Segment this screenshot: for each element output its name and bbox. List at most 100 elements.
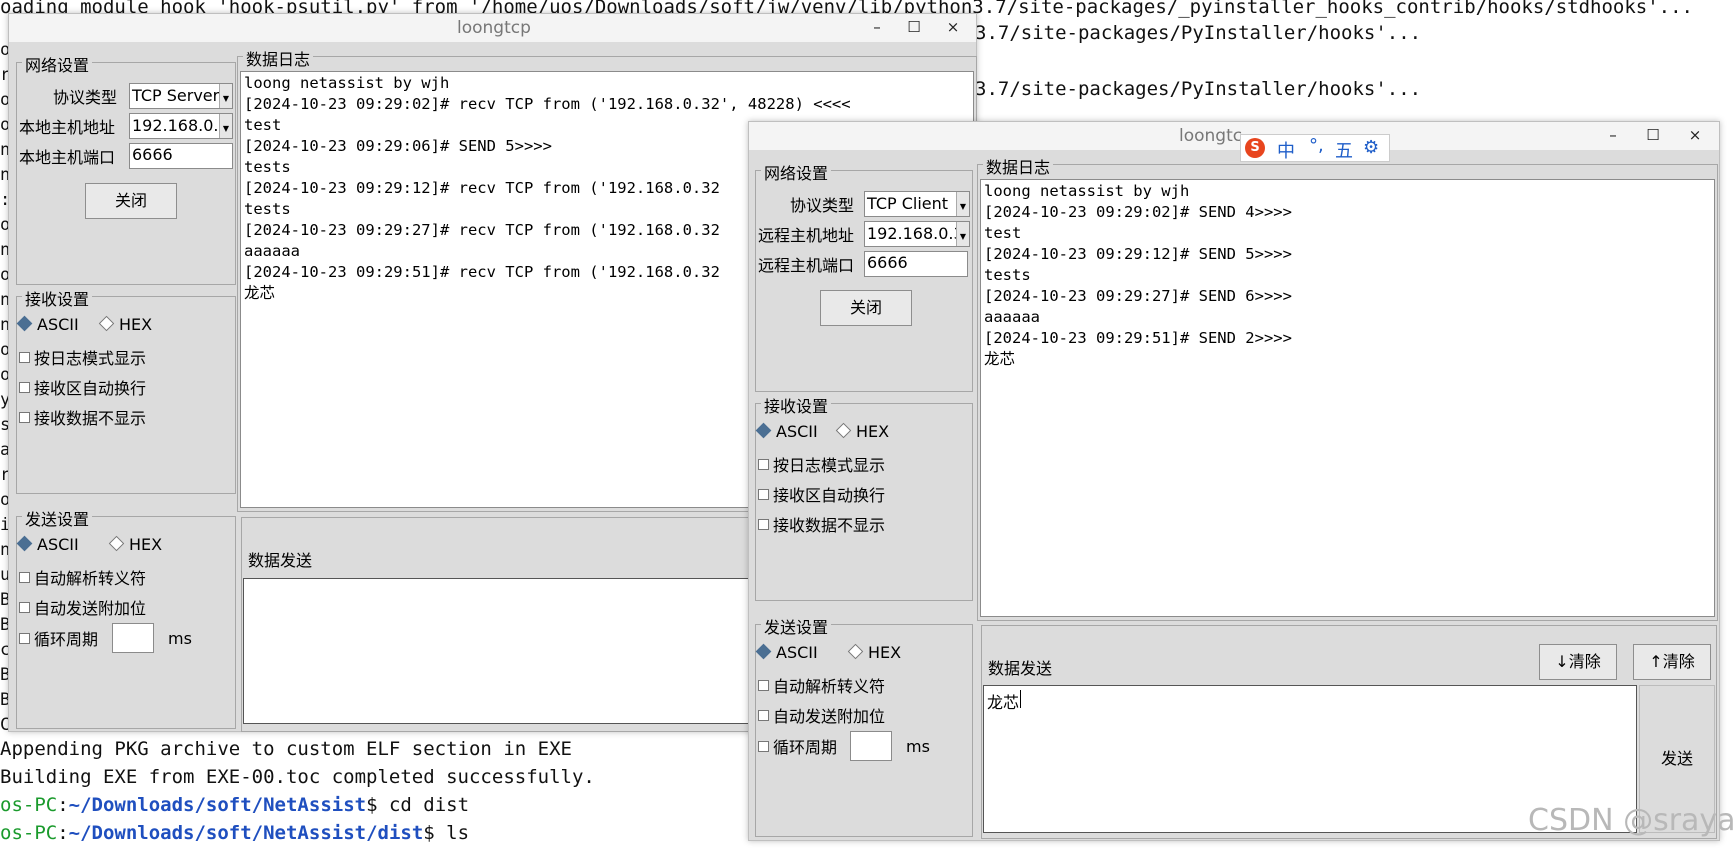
loop-period-input[interactable]	[850, 731, 892, 761]
text-cursor	[1020, 690, 1021, 708]
terminal-prompt: os-PC:~/Downloads/soft/NetAssist$ cd dis…	[0, 794, 470, 816]
send-hex-radio[interactable]: HEX	[847, 643, 901, 662]
send-settings-group: 发送设置 ASCII HEX 自动解析转义符 自动发送附加位 循环周期 ms	[16, 506, 236, 729]
group-title: 接收设置	[761, 393, 832, 417]
maximize-button[interactable]: ☐	[1641, 124, 1665, 146]
terminal-line: Building EXE from EXE-00.toc completed s…	[0, 766, 595, 788]
send-hex-radio[interactable]: HEX	[108, 535, 162, 554]
group-title: 网络设置	[761, 160, 832, 184]
log-line: [2024-10-23 09:29:51]# SEND 2>>>>	[984, 329, 1292, 347]
protocol-select[interactable]: TCP Server ▼	[129, 83, 233, 109]
clear-send-button[interactable]: ↑清除	[1633, 644, 1711, 680]
window-titlebar[interactable]: loongtcp – ☐ ×	[9, 14, 976, 42]
ime-mode-toggle[interactable]: 五	[1335, 137, 1353, 163]
clear-recv-button[interactable]: ↓清除	[1539, 644, 1617, 680]
receive-settings-group: 接收设置 ASCII HEX 按日志模式显示 接收区自动换行 接收数据不显示	[16, 286, 236, 494]
log-line: aaaaaa	[244, 242, 300, 260]
send-ascii-radio[interactable]: ASCII	[16, 535, 79, 554]
terminal-line: 3.7/site-packages/PyInstaller/hooks'...	[975, 78, 1422, 100]
log-line: [2024-10-23 09:29:02]# recv TCP from ('1…	[244, 95, 851, 113]
ime-punct-toggle[interactable]: °,	[1309, 135, 1324, 156]
recv-ascii-radio[interactable]: ASCII	[755, 422, 818, 441]
csdn-watermark: CSDN @sraya	[1528, 803, 1733, 838]
ms-unit-label: ms	[168, 629, 192, 648]
send-ascii-radio[interactable]: ASCII	[755, 643, 818, 662]
auto-wrap-checkbox[interactable]: 接收区自动换行	[19, 375, 146, 399]
close-window-button[interactable]: ×	[941, 16, 965, 38]
terminal-line: 3.7/site-packages/PyInstaller/hooks'...	[975, 22, 1422, 44]
chevron-down-icon: ▼	[956, 192, 969, 216]
data-send-label: 数据发送	[248, 551, 313, 570]
escape-parse-checkbox[interactable]: 自动解析转义符	[758, 673, 885, 697]
group-title: 数据日志	[243, 46, 314, 70]
chevron-down-icon: ▼	[219, 84, 232, 108]
window-title: loongtcp	[457, 18, 531, 38]
hide-recv-checkbox[interactable]: 接收数据不显示	[758, 512, 885, 536]
group-title: 接收设置	[22, 286, 93, 310]
auto-wrap-checkbox[interactable]: 接收区自动换行	[758, 482, 885, 506]
log-line: 龙芯	[244, 284, 276, 302]
data-send-label: 数据发送	[988, 659, 1053, 678]
local-host-label: 本地主机地址	[19, 118, 116, 137]
sogou-logo-icon: S	[1245, 138, 1265, 158]
protocol-select[interactable]: TCP Client ▼	[864, 191, 970, 217]
remote-host-label: 远程主机地址	[758, 226, 855, 245]
loop-period-input[interactable]	[112, 623, 154, 653]
group-title: 网络设置	[22, 52, 93, 76]
recv-ascii-radio[interactable]: ASCII	[16, 315, 79, 334]
window-titlebar[interactable]: loongtc – ☐ ×	[749, 122, 1719, 150]
log-line: [2024-10-23 09:29:12]# SEND 5>>>>	[984, 245, 1292, 263]
network-settings-group: 网络设置 协议类型 TCP Client ▼ 远程主机地址 192.168.0.…	[755, 160, 973, 392]
terminal-line: Appending PKG archive to custom ELF sect…	[0, 738, 572, 760]
log-mode-checkbox[interactable]: 按日志模式显示	[19, 345, 146, 369]
ime-toolbar[interactable]: S 中 °, 五 ⚙	[1240, 134, 1390, 162]
hide-recv-checkbox[interactable]: 接收数据不显示	[19, 405, 146, 429]
data-log-group: 数据日志 loong netassist by wjh [2024-10-23 0…	[977, 154, 1718, 621]
close-window-button[interactable]: ×	[1683, 124, 1707, 146]
loop-period-checkbox[interactable]: 循环周期	[19, 626, 98, 650]
local-port-input[interactable]: 6666	[129, 143, 233, 169]
ime-lang-toggle[interactable]: 中	[1277, 137, 1295, 163]
remote-port-input[interactable]: 6666	[864, 251, 968, 277]
local-host-select[interactable]: 192.168.0.32 ▼	[129, 113, 233, 139]
append-bit-checkbox[interactable]: 自动发送附加位	[758, 703, 885, 727]
log-line: aaaaaa	[984, 308, 1040, 326]
recv-hex-radio[interactable]: HEX	[98, 315, 152, 334]
log-line: test	[984, 224, 1022, 242]
maximize-button[interactable]: ☐	[902, 16, 926, 38]
client-window[interactable]: loongtc – ☐ × 网络设置 协议类型 TCP Client ▼ 远程主…	[748, 121, 1720, 841]
log-line: loong netassist by wjh	[984, 182, 1190, 200]
log-mode-checkbox[interactable]: 按日志模式显示	[758, 452, 885, 476]
recv-hex-radio[interactable]: HEX	[835, 422, 889, 441]
minimize-button[interactable]: –	[1601, 124, 1625, 146]
append-bit-checkbox[interactable]: 自动发送附加位	[19, 595, 146, 619]
log-line: [2024-10-23 09:29:12]# recv TCP from ('1…	[244, 179, 720, 197]
minimize-button[interactable]: –	[865, 16, 889, 38]
chevron-down-icon: ▼	[219, 114, 232, 138]
group-title: 数据日志	[983, 154, 1054, 178]
remote-host-select[interactable]: 192.168.0.32 ▼	[864, 221, 970, 247]
send-settings-group: 发送设置 ASCII HEX 自动解析转义符 自动发送附加位 循环周期 ms	[755, 614, 973, 837]
log-line: tests	[244, 158, 291, 176]
log-line: tests	[984, 266, 1031, 284]
ms-unit-label: ms	[906, 737, 930, 756]
log-line: [2024-10-23 09:29:51]# recv TCP from ('1…	[244, 263, 720, 281]
gear-icon[interactable]: ⚙	[1363, 137, 1379, 158]
log-line: loong netassist by wjh	[244, 74, 450, 92]
send-input-text: 龙芯	[987, 693, 1020, 712]
protocol-label: 协议类型	[790, 196, 855, 215]
local-port-label: 本地主机端口	[19, 148, 116, 167]
group-title: 发送设置	[22, 506, 93, 530]
close-connection-button[interactable]: 关闭	[820, 290, 912, 326]
loop-period-checkbox[interactable]: 循环周期	[758, 734, 837, 758]
terminal-prompt: os-PC:~/Downloads/soft/NetAssist/dist$ l…	[0, 822, 470, 844]
log-output-area[interactable]: loong netassist by wjh [2024-10-23 09:29:…	[980, 179, 1715, 617]
chevron-down-icon: ▼	[956, 222, 969, 246]
log-line: test	[244, 116, 282, 134]
close-connection-button[interactable]: 关闭	[85, 183, 177, 219]
network-settings-group: 网络设置 协议类型 TCP Server ▼ 本地主机地址 192.168.0.…	[16, 52, 236, 285]
log-line: [2024-10-23 09:29:27]# SEND 6>>>>	[984, 287, 1292, 305]
log-line: tests	[244, 200, 291, 218]
escape-parse-checkbox[interactable]: 自动解析转义符	[19, 565, 146, 589]
log-line: 龙芯	[984, 350, 1016, 368]
